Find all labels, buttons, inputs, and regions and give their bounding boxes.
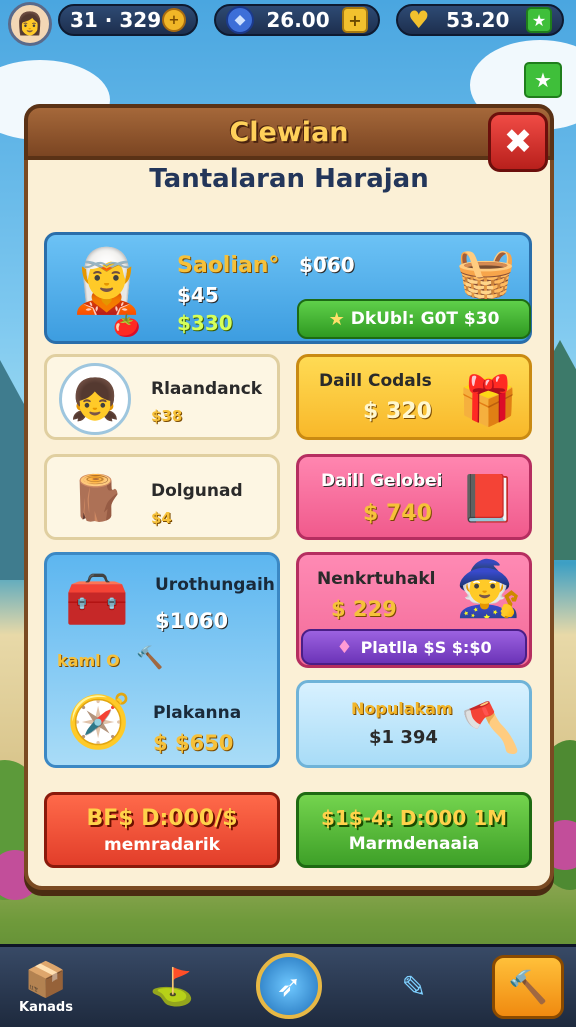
item-tag: kaml O	[57, 651, 120, 670]
gems-value: 26.00	[266, 8, 330, 32]
cannon-icon: 🪵	[69, 473, 125, 524]
treasure-chest-icon: 📦	[24, 959, 68, 1000]
red-action-top-label: BF$ D:000/$	[86, 805, 238, 831]
gift-box-icon: 🎁	[458, 372, 518, 429]
bottom-navigation: 📦 Kanads ⛳ ➶ ✎ 🔨	[0, 944, 576, 1027]
item-card[interactable]: 🪵 Dolgunad $4	[44, 454, 280, 540]
item-sub-button[interactable]: ♦ Platlla $S $:$0	[301, 629, 527, 665]
heart-gem-icon: ♦	[336, 636, 353, 658]
magic-book-icon: 📕	[459, 470, 517, 525]
item-price: $ 229	[331, 597, 397, 621]
star-bonus-button[interactable]: ★	[524, 62, 562, 98]
green-action-button[interactable]: $1$-4: D:000 1M Marmdenaaia	[296, 792, 532, 868]
buy-star-icon: ★	[328, 308, 345, 330]
pencil-icon: ✎	[401, 969, 427, 1005]
coins-counter: 31 · 329 +	[58, 4, 198, 36]
item-card[interactable]: Daill Codals $ 320 🎁	[296, 354, 532, 440]
item-price: $ 320	[363, 399, 432, 424]
item-card[interactable]: Nenkrtuhakl $ 229 🧙 ♦ Platlla $S $:$0	[296, 552, 532, 668]
add-gems-button[interactable]: +	[342, 7, 368, 33]
item-name: Daill Gelobei	[321, 471, 443, 491]
item-name: Dolgunad	[151, 481, 243, 501]
close-button[interactable]: ✖	[488, 112, 548, 172]
item-name: Rlaandanck	[151, 379, 263, 399]
gems-counter: ◆ 26.00 +	[214, 4, 380, 36]
player-avatar[interactable]: 👩	[8, 2, 52, 46]
item-card[interactable]: Daill Gelobei $ 740 📕	[296, 454, 532, 540]
girl-avatar-icon: 👧	[59, 363, 131, 435]
golden-hammer-icon: 🪓	[461, 699, 521, 756]
item-price: $ $650	[153, 731, 234, 755]
wizard-cat-icon: 🧙	[455, 557, 523, 620]
item-card-large[interactable]: 🧰 Urothungaih $1060 kaml O 🔨 🧭 Plakanna …	[44, 552, 280, 768]
item-price: $38	[151, 407, 183, 425]
item-price: $4	[151, 509, 172, 527]
nav-item-edit[interactable]: ✎	[384, 957, 444, 1017]
nav-item-build[interactable]: 🔨	[492, 955, 564, 1019]
green-action-bottom-label: Marmdenaaia	[348, 834, 480, 854]
red-action-button[interactable]: BF$ D:000/$ memradarik	[44, 792, 280, 868]
compass-star-icon: 🧭	[66, 691, 132, 752]
item-name: Nenkrtuhakl	[317, 569, 436, 589]
item-card[interactable]: Nopulakam $1 394 🪓	[296, 680, 532, 768]
hammer-icon: 🔨	[136, 645, 164, 671]
item-price: $1060	[155, 609, 229, 633]
featured-name: Saolian°	[177, 253, 280, 278]
featured-buy-button[interactable]: ★ DkUbl: G0T $30	[297, 299, 531, 339]
coins-value: 31 · 329	[70, 8, 162, 32]
item-name: Plakanna	[153, 703, 242, 723]
item-sub-label: Platlla $S $:$0	[360, 637, 492, 657]
nav-item-kanads[interactable]: 📦 Kanads	[10, 953, 82, 1021]
item-card[interactable]: 👧 Rlaandanck $38	[44, 354, 280, 440]
close-icon: ✖	[503, 122, 533, 162]
compass-needle-icon: ➶	[276, 968, 302, 1004]
hearts-counter: ♥ 53.20 ★	[396, 4, 564, 36]
add-hearts-button[interactable]: ★	[526, 7, 552, 33]
item-price: $ 740	[363, 501, 432, 526]
item-name: Urothungaih	[155, 575, 275, 595]
coin-icon[interactable]: +	[162, 8, 186, 32]
green-action-top-label: $1$-4: D:000 1M	[320, 806, 508, 830]
hammer-build-icon: 🔨	[508, 968, 548, 1006]
item-price: $1 394	[369, 727, 438, 748]
red-action-bottom-label: memradarik	[104, 834, 220, 855]
featured-offer-card[interactable]: 🧝 🍅 Saolian° $0̅60 $45 $330 🧺 ★ DkUbl: G…	[44, 232, 532, 344]
avatar-face-icon: 👩	[16, 11, 44, 37]
featured-tag: $0̅60	[299, 253, 355, 277]
nav-item-label: Kanads	[19, 999, 73, 1015]
top-resource-bar: 👩 31 · 329 + ◆ 26.00 + ♥ 53.20 ★	[0, 0, 576, 46]
toolbox-icon: 🧰	[64, 569, 130, 630]
panel-header: Clewian	[24, 104, 554, 160]
item-name: Nopulakam	[351, 699, 453, 718]
nav-item-flag[interactable]: ⛳	[142, 957, 202, 1017]
featured-price-1: $45	[177, 283, 219, 307]
featured-buy-label: DkUbl: G0T $30	[350, 309, 500, 329]
featured-price-2: $330	[177, 311, 233, 335]
bread-basket-icon: 🧺	[456, 244, 516, 301]
panel-subtitle: Tantalaran Harajan	[149, 164, 429, 194]
hearts-value: 53.20	[446, 8, 510, 32]
item-name: Daill Codals	[319, 371, 432, 391]
nav-item-compass[interactable]: ➶	[256, 953, 322, 1019]
tomato-icon: 🍅	[113, 313, 141, 339]
flag-icon: ⛳	[149, 967, 195, 1008]
heart-icon: ♥	[408, 6, 430, 34]
panel-title: Clewian	[229, 116, 349, 148]
gem-icon: ◆	[226, 6, 254, 34]
